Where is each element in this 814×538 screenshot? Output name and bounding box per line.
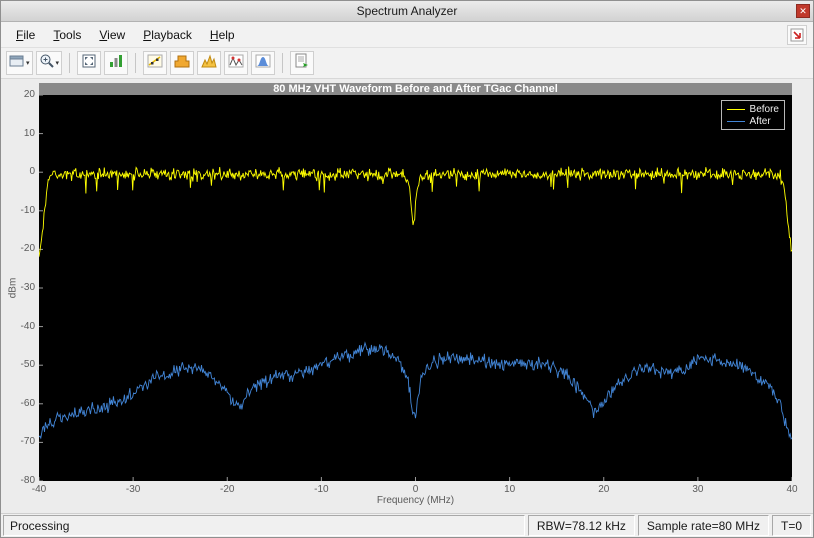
legend-entry-after: After	[727, 115, 779, 127]
y-tick-label: -60	[1, 399, 35, 409]
y-tick-label: -30	[1, 283, 35, 293]
close-button[interactable]: ✕	[796, 4, 810, 18]
spectral-mask-button[interactable]	[170, 51, 194, 75]
measurements-icon	[108, 53, 124, 74]
y-tick-label: -20	[1, 244, 35, 254]
menu-tools[interactable]: Tools	[44, 24, 90, 46]
legend-line	[727, 109, 745, 110]
y-tick-label: -80	[1, 476, 35, 486]
export-button[interactable]: ▾	[6, 51, 33, 75]
status-processing: Processing	[3, 515, 525, 536]
peak-finder-icon	[201, 53, 217, 74]
legend: BeforeAfter	[721, 100, 785, 130]
spectrum-analyzer-window: Spectrum Analyzer ✕ FileToolsViewPlaybac…	[0, 0, 814, 538]
cursor-measurements-button[interactable]	[143, 51, 167, 75]
y-tick-label: 10	[1, 129, 35, 139]
x-tick-label: 20	[589, 484, 619, 495]
window-title: Spectrum Analyzer	[357, 4, 458, 18]
chevron-down-icon: ▾	[56, 59, 60, 67]
plot-title: 80 MHz VHT Waveform Before and After TGa…	[39, 83, 792, 95]
zoom-button[interactable]: ▾	[36, 51, 63, 75]
measurements-button[interactable]	[104, 51, 128, 75]
y-tick-label: -50	[1, 360, 35, 370]
y-tick-label: 20	[1, 90, 35, 100]
status-sample-rate: Sample rate=80 MHz	[638, 515, 769, 536]
toolbar-separator	[69, 53, 70, 73]
peak-finder-button[interactable]	[197, 51, 221, 75]
cursor-measurements-icon	[147, 53, 163, 74]
plot-area[interactable]: BeforeAfter	[39, 95, 792, 481]
toolbar-separator	[282, 53, 283, 73]
fit-to-view-button[interactable]	[77, 51, 101, 75]
menu-file[interactable]: File	[7, 24, 44, 46]
x-tick-label: -10	[306, 484, 336, 495]
y-tick-label: -10	[1, 206, 35, 216]
x-tick-label: -20	[212, 484, 242, 495]
trace-after	[39, 343, 792, 439]
x-tick-label: 10	[495, 484, 525, 495]
legend-label: Before	[750, 104, 779, 115]
ccdf-measurements-button[interactable]	[251, 51, 275, 75]
legend-line	[727, 121, 745, 122]
menu-view[interactable]: View	[90, 24, 134, 46]
dock-button[interactable]	[787, 25, 807, 45]
legend-label: After	[750, 116, 771, 127]
y-tick-label: -70	[1, 437, 35, 447]
channel-measurements-button[interactable]	[290, 51, 314, 75]
toolbar-separator	[135, 53, 136, 73]
channel-measurements-icon	[294, 53, 310, 74]
distortion-measurements-icon	[228, 53, 244, 74]
y-tick-label: -40	[1, 322, 35, 332]
x-tick-label: 0	[401, 484, 431, 495]
status-time: T=0	[772, 515, 811, 536]
fit-to-view-icon	[81, 53, 97, 74]
chevron-down-icon: ▾	[26, 59, 30, 67]
titlebar[interactable]: Spectrum Analyzer ✕	[1, 1, 813, 22]
x-tick-label: -30	[118, 484, 148, 495]
menubar: FileToolsViewPlaybackHelp	[1, 22, 813, 48]
ccdf-measurements-icon	[255, 53, 271, 74]
menu-help[interactable]: Help	[201, 24, 244, 46]
legend-entry-before: Before	[727, 103, 779, 115]
zoom-icon	[39, 53, 55, 74]
status-rbw: RBW=78.12 kHz	[528, 515, 635, 536]
statusbar: Processing RBW=78.12 kHz Sample rate=80 …	[1, 513, 813, 537]
toolbar: ▾ ▾	[1, 48, 813, 79]
x-axis-label: Frequency (MHz)	[39, 495, 792, 506]
x-tick-label: 40	[777, 484, 807, 495]
menu-playback[interactable]: Playback	[134, 24, 201, 46]
spectral-mask-icon	[174, 53, 190, 74]
x-tick-label: 30	[683, 484, 713, 495]
distortion-measurements-button[interactable]	[224, 51, 248, 75]
export-icon	[9, 53, 25, 74]
trace-before	[39, 167, 792, 257]
y-tick-label: 0	[1, 167, 35, 177]
spectrum-traces	[39, 95, 792, 481]
